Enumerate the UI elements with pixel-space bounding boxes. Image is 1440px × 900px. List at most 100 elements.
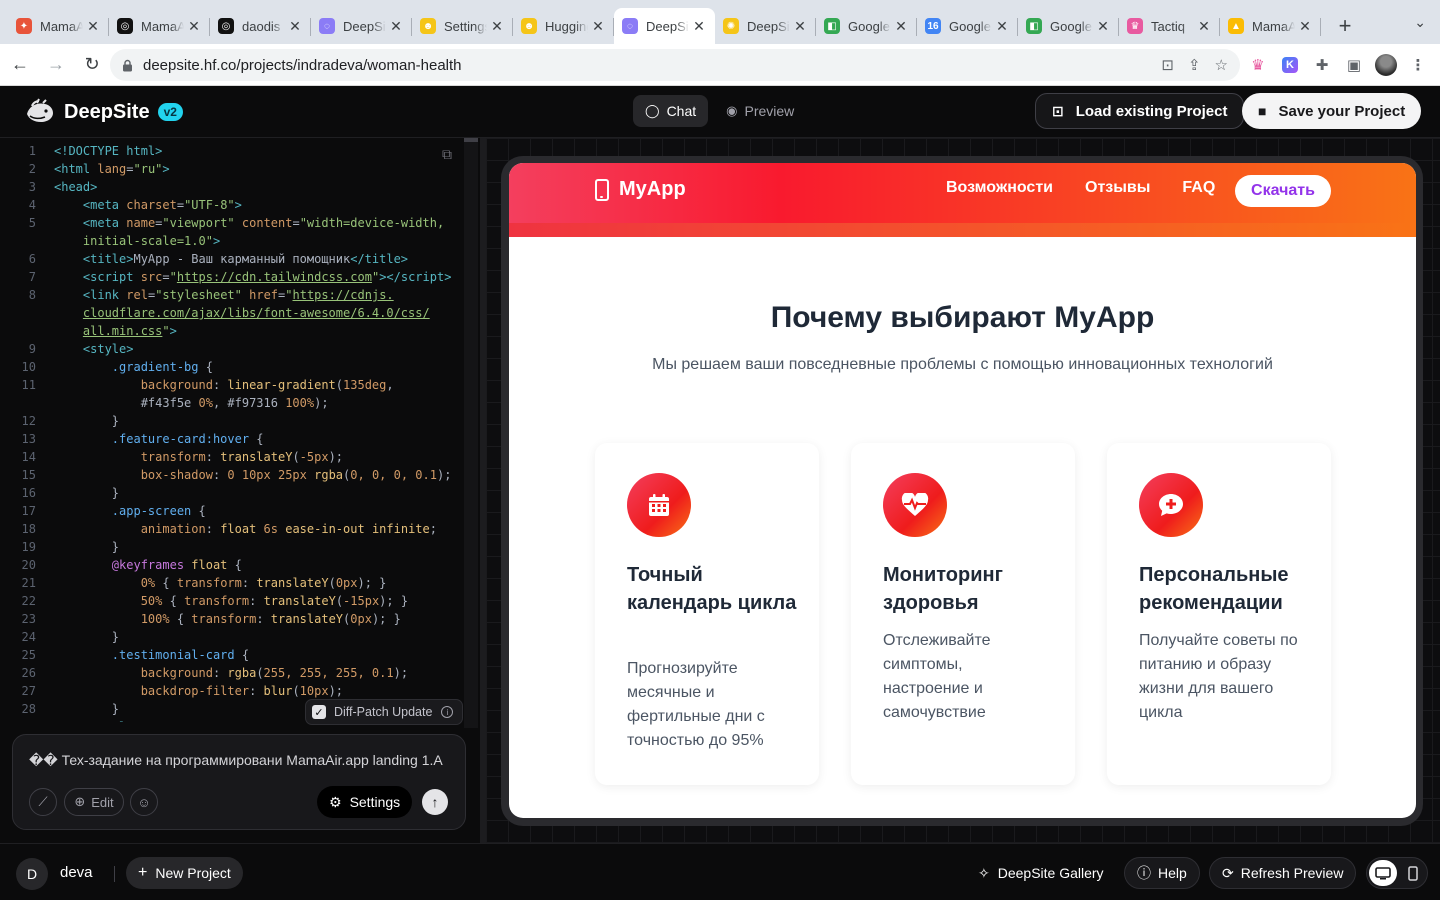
tab-close-icon[interactable]: ✕ (489, 18, 505, 35)
browser-tab[interactable]: ✺ DeepSite✕ (715, 8, 816, 44)
deepsite-gallery-button[interactable]: ✧ DeepSite Gallery (966, 857, 1116, 889)
brand-name: MyApp (619, 178, 686, 200)
browser-tab[interactable]: ◌ DeepSite✕ (614, 8, 715, 44)
check-icon[interactable]: ✓ (312, 705, 326, 719)
editor-scrollbar[interactable] (464, 138, 478, 728)
tab-close-icon[interactable]: ✕ (388, 18, 404, 35)
chat-tab[interactable]: ◯ Chat (633, 95, 709, 127)
tab-close-icon[interactable]: ✕ (1095, 18, 1111, 35)
section-heading: Почему выбирают MyApp (770, 301, 1155, 334)
redesign-brush-button[interactable]: ⟋ (29, 788, 57, 816)
tab-favicon-icon: ◎ (117, 18, 133, 34)
tab-close-icon[interactable]: ✕ (590, 18, 606, 35)
k-extension-icon[interactable]: K (1278, 53, 1302, 77)
prompt-box[interactable]: �� Тех-задание на программировани MamaAi… (12, 734, 466, 830)
cast-icon[interactable]: ⊡ (1161, 56, 1174, 74)
new-tab-plus-icon[interactable]: + (1327, 8, 1363, 44)
tab-close-icon[interactable]: ✕ (1196, 18, 1212, 35)
info-icon[interactable]: i (441, 706, 454, 718)
settings-button[interactable]: ⚙ Settings (317, 786, 413, 818)
nav-link-features[interactable]: Возможности (946, 179, 1053, 197)
preview-screen[interactable]: MyApp Возможности Отзывы FAQ Скачать Поч… (509, 163, 1416, 818)
browser-tab[interactable]: ☻ Hugging✕ (513, 8, 614, 44)
prompt-input[interactable]: �� Тех-задание на программировани MamaAi… (29, 752, 451, 769)
edit-button[interactable]: ⊕ Edit (64, 788, 124, 816)
tab-close-icon[interactable]: ✕ (1297, 18, 1313, 35)
profile-avatar[interactable] (1374, 53, 1398, 77)
menu-dots-icon[interactable]: ⋮ (1406, 53, 1430, 77)
feature-card[interactable]: Мониторинг здоровья Отслеживайте симптом… (851, 443, 1075, 785)
tab-close-icon[interactable]: ✕ (994, 18, 1010, 35)
tab-close-icon[interactable]: ✕ (186, 18, 202, 35)
tactiq-extension-icon[interactable]: ♛ (1246, 53, 1270, 77)
tab-close-icon[interactable]: ✕ (287, 18, 303, 35)
code-text: backdrop-filter: blur(10px); (140, 684, 344, 698)
tab-close-icon[interactable]: ✕ (792, 18, 808, 35)
tab-title: Google (1050, 18, 1092, 34)
new-project-button[interactable]: + New Project (126, 857, 243, 889)
nav-link-reviews[interactable]: Отзывы (1085, 179, 1150, 197)
browser-tab[interactable]: ♛ Tactiq ✕ (1119, 8, 1220, 44)
browser-tab[interactable]: ◎ MamaAir✕ (109, 8, 210, 44)
browser-tab[interactable]: ◌ DeepSite✕ (311, 8, 412, 44)
browser-tab[interactable]: ▲ MamaAir✕ (1220, 8, 1321, 44)
code-text: <html lang="ru"> (54, 162, 170, 176)
share-icon[interactable]: ⇪ (1188, 56, 1201, 74)
eye-icon: ◉ (726, 103, 738, 118)
code-line: 4 <meta charset="UTF-8"> (0, 196, 470, 214)
refresh-icon: ⟳ (1222, 864, 1234, 881)
preview-tab[interactable]: ◉ Preview (714, 95, 806, 127)
tab-close-icon[interactable]: ✕ (893, 18, 909, 35)
download-button[interactable]: Скачать (1235, 175, 1331, 207)
refresh-preview-button[interactable]: ⟳ Refresh Preview (1209, 857, 1357, 889)
bookmark-star-icon[interactable]: ☆ (1215, 56, 1228, 74)
feature-card[interactable]: Точный календарь цикла Прогнозируйте мес… (595, 443, 819, 785)
sidebar-icon[interactable]: ▣ (1342, 53, 1366, 77)
tab-close-icon[interactable]: ✕ (691, 18, 707, 35)
browser-tab[interactable]: ◧ Google ✕ (1018, 8, 1119, 44)
nav-link-faq[interactable]: FAQ (1182, 179, 1215, 197)
deepsite-logo[interactable]: DeepSite v2 (24, 98, 183, 126)
forward-icon[interactable]: → (40, 49, 72, 81)
code-text: 0% { transform: translateY(0px); } (140, 576, 387, 590)
code-text: .gradient-bg { (111, 360, 213, 374)
back-icon[interactable]: ← (4, 49, 36, 81)
diff-patch-toggle[interactable]: ✓ Diff-Patch Update i (305, 699, 463, 725)
user-avatar[interactable]: D (16, 858, 48, 890)
extensions-icon[interactable]: ✚ (1310, 53, 1334, 77)
save-project-button[interactable]: ■ Save your Project (1242, 93, 1422, 129)
code-text: } (54, 540, 120, 554)
reload-icon[interactable]: ↻ (76, 49, 108, 81)
feature-card[interactable]: Персональные рекомендации Получайте сове… (1107, 443, 1331, 785)
help-button[interactable]: ⓘ Help (1124, 857, 1200, 889)
code-line: #f43f5e 0%, #f97316 100%); (0, 394, 470, 412)
code-editor[interactable]: 1 <!DOCTYPE html> 2 <html lang="ru"> 3 <head>… (0, 142, 470, 722)
add-user-button[interactable]: ☺ (130, 788, 158, 816)
heart-pulse-icon (883, 473, 947, 537)
code-text: initial-scale=1.0"> (82, 234, 221, 248)
code-text: <style> (82, 342, 134, 356)
navbar-bottom-strip (509, 223, 1416, 237)
code-text: <!DOCTYPE html> (54, 144, 163, 158)
browser-tab[interactable]: ◧ Google ✕ (816, 8, 917, 44)
mobile-view-icon[interactable] (1403, 863, 1423, 883)
tab-search-chevron-icon[interactable]: ⌄ (1414, 14, 1426, 31)
browser-tab[interactable]: ☻ Settings ✕ (412, 8, 513, 44)
address-bar[interactable]: deepsite.hf.co/projects/indradeva/woman-… (110, 49, 1240, 81)
code-line: 3 <head> (0, 178, 470, 196)
site-brand[interactable]: MyApp (595, 178, 686, 201)
send-arrow-button[interactable]: ↑ (422, 789, 448, 815)
chat-bubble-icon: ◯ (645, 103, 660, 118)
desktop-view-icon[interactable] (1369, 860, 1397, 886)
bottom-bar: D deva + New Project ✧ DeepSite Gallery ⓘ H… (0, 843, 1440, 900)
line-number: 23 (21, 612, 36, 626)
editor-scroll-thumb[interactable] (464, 138, 478, 142)
browser-tab[interactable]: ◎ daodis ✕ (210, 8, 311, 44)
load-existing-project-button[interactable]: ⊡ Load existing Project (1035, 93, 1245, 129)
copy-icon[interactable]: ⧉ (442, 146, 458, 162)
line-number: 11 (21, 378, 36, 392)
tab-close-icon[interactable]: ✕ (85, 18, 101, 35)
browser-tab[interactable]: ✦ MamaAir✕ (8, 8, 109, 44)
browser-tab[interactable]: 16 Google ✕ (917, 8, 1018, 44)
line-number: 3 (28, 180, 36, 194)
